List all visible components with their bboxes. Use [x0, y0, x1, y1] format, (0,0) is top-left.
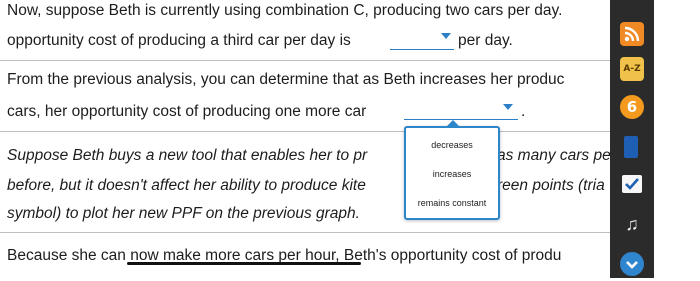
- coin-icon[interactable]: 6: [620, 95, 644, 119]
- music-icon[interactable]: ♫: [622, 212, 642, 236]
- text-line-2-start: opportunity cost of producing a third ca…: [7, 32, 351, 49]
- text-line-4: cars, her opportunity cost of producing …: [7, 103, 367, 120]
- answer-blank-2[interactable]: [404, 101, 518, 120]
- rss-icon[interactable]: [620, 22, 644, 46]
- dropdown-option-decreases[interactable]: decreases: [406, 140, 498, 150]
- text-line-7: symbol) to plot her new PPF on the previ…: [7, 205, 360, 222]
- a-z-icon[interactable]: A-Z: [620, 57, 644, 81]
- divider: [0, 131, 610, 132]
- text-line-5-start: Suppose Beth buys a new tool that enable…: [7, 147, 368, 164]
- text-line-6-start: before, but it doesn't affect her abilit…: [7, 177, 366, 194]
- divider: [0, 60, 610, 61]
- book-icon[interactable]: [624, 136, 638, 158]
- dropdown-option-remains-constant[interactable]: remains constant: [406, 198, 498, 208]
- text-line-5-end: as many cars pe: [497, 147, 610, 164]
- text-line-4-end: .: [521, 103, 526, 120]
- highlight-underline: [127, 262, 361, 265]
- text-line-6-end: reen points (tria: [497, 177, 605, 194]
- tool-sidebar: A-Z 6 ♫: [610, 0, 654, 278]
- page-margin: [654, 0, 700, 278]
- answer-dropdown-menu[interactable]: decreases increases remains constant: [404, 120, 500, 220]
- question-content: Now, suppose Beth is currently using com…: [0, 0, 610, 278]
- chevron-down-icon[interactable]: [441, 33, 451, 39]
- divider: [0, 232, 610, 233]
- text-line-2-end: per day.: [458, 32, 513, 49]
- chevron-down-icon[interactable]: [503, 104, 513, 110]
- chevron-down-icon[interactable]: [620, 252, 644, 276]
- checkmark-icon[interactable]: [622, 175, 642, 193]
- text-line-2: opportunity cost of producing a third ca…: [7, 31, 351, 51]
- dropdown-pointer: [446, 120, 460, 127]
- text-line-1: Now, suppose Beth is currently using com…: [7, 2, 563, 19]
- text-line-3: From the previous analysis, you can dete…: [7, 71, 565, 88]
- dropdown-option-increases[interactable]: increases: [406, 169, 498, 179]
